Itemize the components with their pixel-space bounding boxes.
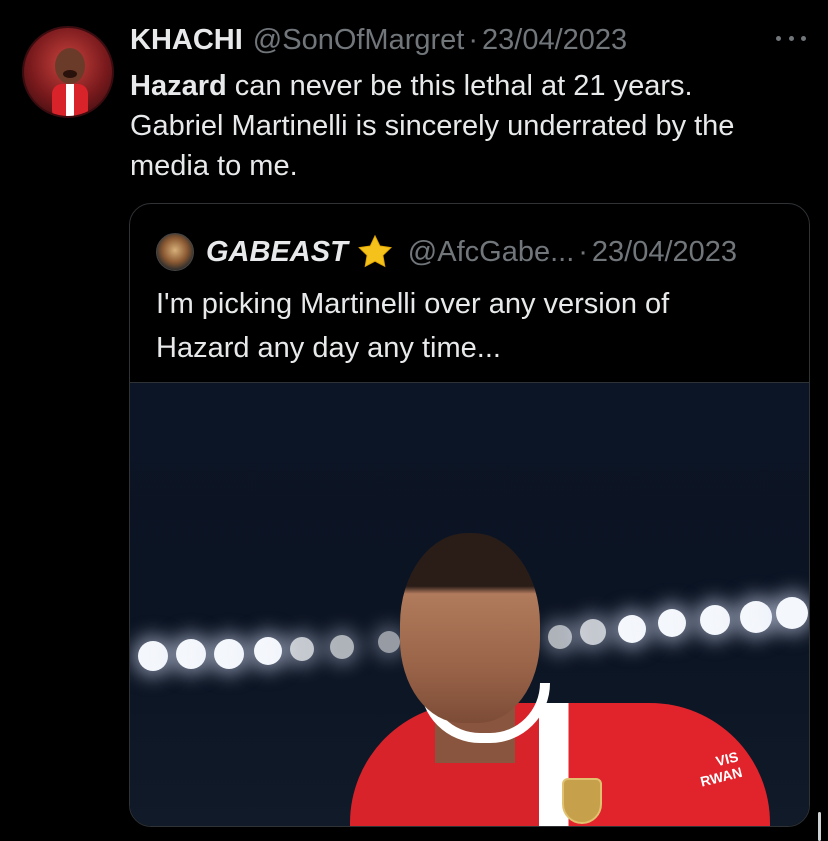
stadium-light [776,597,808,629]
stadium-light [378,631,400,653]
author-name[interactable]: KHACHI [130,24,243,57]
quote-text-line2: Hazard any day any time... [156,332,501,364]
tweet-text-line3: media to me. [130,150,298,182]
stadium-light [138,641,168,671]
quoted-tweet-card[interactable]: GABEAST @AfcGabe... · 23/04/2023 I'm pic… [129,203,810,827]
more-options-icon[interactable] [776,30,806,46]
stadium-light [658,609,686,637]
tweet-header: KHACHI @SonOfMargret · 23/04/2023 [130,22,627,58]
stadium-light [176,639,206,669]
stadium-light [254,637,282,665]
avatar-image [52,48,88,116]
stadium-light [214,639,244,669]
quote-author-name[interactable]: GABEAST [206,236,348,269]
scroll-indicator[interactable] [818,812,821,841]
stadium-light [290,637,314,661]
stadium-light [618,615,646,643]
quote-author-avatar[interactable] [156,233,194,271]
tweet-text-bold: Hazard [130,70,227,102]
stadium-light [740,601,772,633]
stadium-light [548,625,572,649]
tweet-text-line2: Gabriel Martinelli is sincerely underrat… [130,110,735,142]
quote-text: I'm picking Martinelli over any version … [156,282,669,370]
quote-date[interactable]: 23/04/2023 [592,236,737,269]
star-icon [357,234,392,268]
separator-dot: · [468,23,479,56]
club-crest [562,778,602,824]
author-avatar[interactable] [22,26,114,118]
author-handle[interactable]: @SonOfMargret [253,24,465,57]
quote-media-image[interactable]: VIS RWAN [130,382,809,826]
player-head [400,533,540,723]
quote-separator-dot: · [578,235,588,268]
tweet-text: Hazard can never be this lethal at 21 ye… [130,66,810,186]
stadium-light [700,605,730,635]
quote-text-line1: I'm picking Martinelli over any version … [156,288,670,320]
tweet-text-line1: can never be this lethal at 21 years. [226,70,693,102]
stadium-light [580,619,606,645]
tweet-date[interactable]: 23/04/2023 [482,24,627,57]
stadium-light [330,635,354,659]
quote-author-handle[interactable]: @AfcGabe... [408,236,574,269]
quote-header: GABEAST @AfcGabe... · 23/04/2023 [156,232,737,272]
